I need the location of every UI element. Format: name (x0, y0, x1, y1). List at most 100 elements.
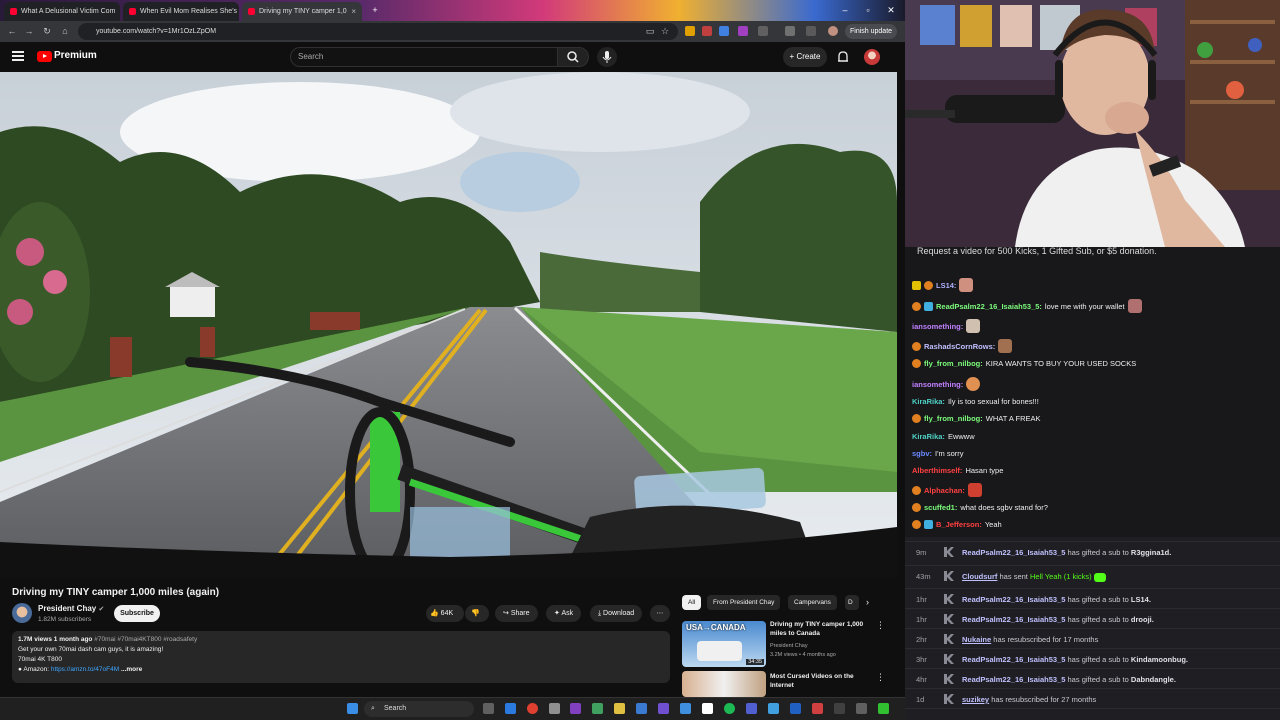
chat-username[interactable]: fly_from_nilbog: (924, 414, 983, 423)
close-window-icon[interactable]: ✕ (880, 2, 902, 18)
chat-username[interactable]: fly_from_nilbog: (924, 359, 983, 368)
event-user[interactable]: ReadPsalm22_16_Isaiah53_5 (962, 595, 1065, 604)
bookmark-star-icon[interactable]: ☆ (658, 24, 672, 38)
avatar[interactable] (864, 49, 880, 65)
menu-icon[interactable] (12, 51, 24, 61)
youtube-logo-icon[interactable] (37, 51, 52, 62)
new-tab-icon[interactable]: + (364, 2, 386, 18)
home-icon[interactable]: ⌂ (58, 24, 72, 38)
chip-campervans[interactable]: Campervans (788, 595, 837, 610)
search-button[interactable] (557, 47, 589, 67)
chat-username[interactable]: scuffed1: (924, 503, 957, 512)
app-icon[interactable] (636, 703, 647, 714)
taskbar-search[interactable]: ⌕ Search (364, 701, 474, 717)
minimize-icon[interactable]: – (834, 2, 856, 18)
chat-username[interactable]: ReadPsalm22_16_Isaiah53_5: (936, 302, 1042, 311)
extension-icon[interactable] (685, 26, 695, 36)
chat-username[interactable]: Alphachan: (924, 486, 965, 495)
recommendation-title[interactable]: Most Cursed Videos on the Internet (770, 673, 870, 690)
finish-update-button[interactable]: Finish update (845, 24, 898, 39)
forward-icon[interactable]: → (22, 24, 36, 38)
voice-search-button[interactable] (597, 47, 617, 67)
chat-username[interactable]: B_Jefferson: (936, 520, 982, 529)
hashtags[interactable]: #70mai #70mai4KT800 #roadsafety (94, 636, 197, 643)
search-input[interactable]: Search (290, 47, 558, 67)
extension-icon[interactable] (719, 26, 729, 36)
app-icon[interactable] (746, 703, 757, 714)
back-icon[interactable]: ← (5, 24, 19, 38)
app-icon[interactable] (812, 703, 823, 714)
show-more-button[interactable]: ...more (121, 666, 142, 673)
event-user[interactable]: Cloudsurf (962, 572, 997, 581)
chat-username[interactable]: iansomething: (912, 322, 963, 331)
recommendation-thumbnail[interactable] (682, 671, 766, 697)
create-button[interactable]: + Create (783, 47, 827, 67)
profile-icon[interactable] (828, 26, 838, 36)
recommendation-channel[interactable]: President Chay (770, 643, 808, 649)
maximize-icon[interactable]: ▫ (857, 2, 879, 18)
install-app-icon[interactable]: ▭ (643, 24, 657, 38)
extension-icon[interactable] (702, 26, 712, 36)
start-windows-icon[interactable] (347, 703, 358, 714)
extensions-puzzle-icon[interactable] (758, 26, 768, 36)
reload-icon[interactable]: ↻ (40, 24, 54, 38)
notifications-bell-icon[interactable] (836, 50, 850, 64)
task-view-icon[interactable] (483, 703, 494, 714)
recommendation-title[interactable]: Driving my TINY camper 1,000 miles to Ca… (770, 621, 870, 638)
chat-username[interactable]: Alberthimself: (912, 466, 962, 475)
event-user[interactable]: ReadPsalm22_16_Isaiah53_5 (962, 548, 1065, 557)
browser-tab-active[interactable]: Driving my TINY camper 1,0 × (242, 2, 362, 21)
chat-username[interactable]: iansomething: (912, 380, 963, 389)
dislike-button[interactable]: 👎 (465, 605, 489, 622)
chat-username[interactable]: KiraRika: (912, 397, 945, 406)
chat-username[interactable]: LS14: (936, 281, 956, 290)
app-icon[interactable] (834, 703, 845, 714)
close-tab-icon[interactable]: × (351, 7, 356, 16)
app-icon[interactable] (505, 703, 516, 714)
chip-all[interactable]: All (682, 595, 702, 610)
download-button[interactable]: ⤓ Download (590, 605, 643, 622)
video-description[interactable]: 1.7M views 1 month ago #70mai #70mai4KT8… (12, 631, 670, 683)
ask-button[interactable]: ✦ Ask (546, 605, 582, 622)
app-icon[interactable] (790, 703, 801, 714)
app-icon[interactable] (680, 703, 691, 714)
more-actions-icon[interactable]: ⋯ (650, 605, 670, 622)
like-button[interactable]: 👍 64K (426, 605, 464, 622)
app-icon[interactable] (592, 703, 603, 714)
video-player[interactable] (0, 72, 897, 578)
app-icon[interactable] (702, 703, 713, 714)
amazon-link[interactable]: https://amzn.to/47oF4M (51, 666, 119, 673)
recommendation-menu-icon[interactable]: ⋮ (876, 672, 885, 683)
discord-icon[interactable] (658, 703, 669, 714)
chat-username[interactable]: KiraRika: (912, 432, 945, 441)
chrome-icon[interactable] (527, 703, 538, 714)
event-user[interactable]: ReadPsalm22_16_Isaiah53_5 (962, 615, 1065, 624)
event-user[interactable]: Nukaine (962, 635, 991, 644)
spotify-icon[interactable] (724, 703, 735, 714)
event-user[interactable]: suzikey (962, 695, 989, 704)
chat-username[interactable]: RashadsCornRows: (924, 342, 995, 351)
subscribe-button[interactable]: Subscribe (114, 605, 160, 622)
file-explorer-icon[interactable] (614, 703, 625, 714)
app-icon[interactable] (549, 703, 560, 714)
browser-tab[interactable]: When Evil Mom Realises She's × (123, 2, 239, 21)
recommendation-thumbnail[interactable]: USA→CANADA 34:35 (682, 621, 766, 667)
chips-next-icon[interactable]: › (866, 597, 869, 607)
event-user[interactable]: ReadPsalm22_16_Isaiah53_5 (962, 675, 1065, 684)
app-icon[interactable] (768, 703, 779, 714)
chip-more[interactable]: D (845, 595, 859, 610)
channel-avatar[interactable] (12, 603, 32, 623)
app-icon-active[interactable] (570, 703, 581, 714)
recommendation-menu-icon[interactable]: ⋮ (876, 620, 885, 631)
sidebar-icon[interactable] (785, 26, 795, 36)
address-bar[interactable]: youtube.com/watch?v=1Mr1OzLZpOM (78, 23, 678, 40)
event-user[interactable]: ReadPsalm22_16_Isaiah53_5 (962, 655, 1065, 664)
close-tab-icon[interactable]: × (119, 7, 120, 16)
youtube-logo-text[interactable]: Premium (54, 50, 97, 61)
chat-username[interactable]: sgbv: (912, 449, 932, 458)
download-icon[interactable] (806, 26, 816, 36)
extension-icon[interactable] (738, 26, 748, 36)
browser-tab[interactable]: What A Delusional Victim Com × (4, 2, 120, 21)
app-icon[interactable] (878, 703, 889, 714)
share-button[interactable]: ↪ Share (495, 605, 538, 622)
